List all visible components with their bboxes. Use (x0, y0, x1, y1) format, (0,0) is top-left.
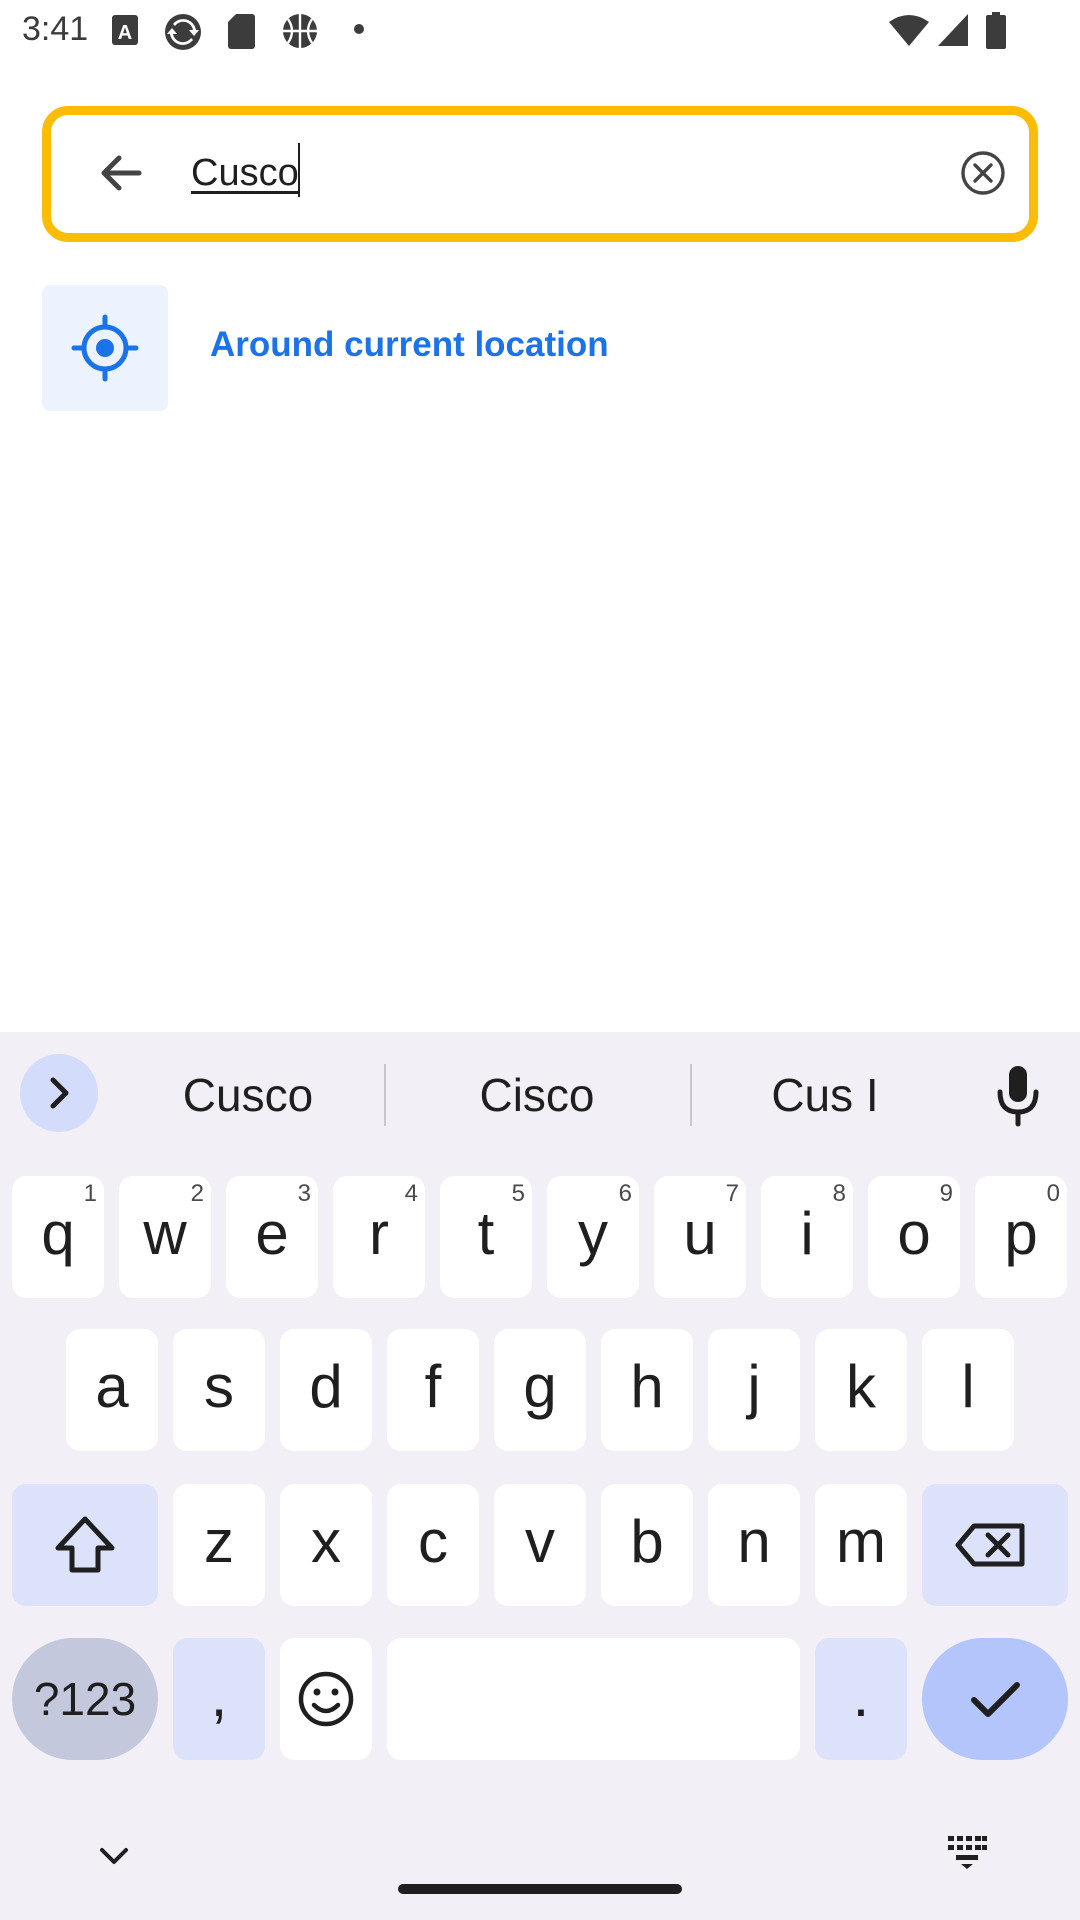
key-y[interactable]: y6 (547, 1176, 639, 1298)
key-o[interactable]: o9 (868, 1176, 960, 1298)
dot-icon (354, 24, 364, 34)
word-suggestion-1[interactable]: Cusco (118, 1068, 378, 1122)
key-f[interactable]: f (387, 1329, 479, 1451)
chevron-down-icon[interactable] (94, 1836, 134, 1876)
basketball-icon (283, 14, 317, 48)
search-box[interactable] (42, 106, 1038, 242)
key-c[interactable]: c (387, 1484, 479, 1606)
text-caret (298, 143, 300, 197)
svg-text:A: A (118, 22, 132, 44)
word-suggestion-3[interactable]: Cus I (695, 1068, 955, 1122)
key-k[interactable]: k (815, 1329, 907, 1451)
keyboard-suggestion-strip: Cusco Cisco Cus I (0, 1032, 1080, 1158)
shift-icon (55, 1516, 115, 1573)
key-g[interactable]: g (494, 1329, 586, 1451)
check-icon (971, 1682, 1020, 1717)
key-j[interactable]: j (708, 1329, 800, 1451)
key-e[interactable]: e3 (226, 1176, 318, 1298)
arrow-back-icon[interactable] (91, 143, 151, 203)
key-l[interactable]: l (922, 1329, 1014, 1451)
key-s[interactable]: s (173, 1329, 265, 1451)
keyboard-nav-row (0, 1808, 1080, 1920)
key-z[interactable]: z (173, 1484, 265, 1606)
key-r[interactable]: r4 (333, 1176, 425, 1298)
suggestion-icon-box (42, 285, 168, 411)
key-b[interactable]: b (601, 1484, 693, 1606)
chevron-right-icon (50, 1077, 69, 1109)
symbols-key[interactable]: ?123 (12, 1638, 158, 1760)
key-t[interactable]: t5 (440, 1176, 532, 1298)
sync-app-icon (165, 14, 201, 50)
comma-key[interactable]: , (173, 1638, 265, 1760)
suggestion-label: Around current location (210, 325, 609, 364)
key-h[interactable]: h (601, 1329, 693, 1451)
shift-key[interactable] (12, 1484, 158, 1606)
sd-card-icon (228, 14, 255, 49)
battery-icon (986, 12, 1006, 49)
key-m[interactable]: m (815, 1484, 907, 1606)
suggestion-around-current-location[interactable]: Around current location (42, 285, 1038, 411)
key-n[interactable]: n (708, 1484, 800, 1606)
key-a[interactable]: a (66, 1329, 158, 1451)
emoji-key[interactable] (280, 1638, 372, 1760)
suggestion-divider (690, 1064, 692, 1126)
backspace-icon (955, 1523, 1025, 1567)
key-i[interactable]: i8 (761, 1176, 853, 1298)
key-u[interactable]: u7 (654, 1176, 746, 1298)
expand-toolbar-button[interactable] (20, 1054, 98, 1132)
key-w[interactable]: w2 (119, 1176, 211, 1298)
word-suggestion-2[interactable]: Cisco (407, 1068, 667, 1122)
soft-keyboard: Cusco Cisco Cus I q1 w2 e3 r4 t5 y6 u7 i… (0, 1032, 1080, 1920)
suggestion-divider (384, 1064, 386, 1126)
emoji-icon (298, 1671, 354, 1727)
search-input[interactable] (191, 137, 951, 209)
space-key[interactable] (387, 1638, 800, 1760)
period-key[interactable]: . (815, 1638, 907, 1760)
key-x[interactable]: x (280, 1484, 372, 1606)
font-download-icon: A (112, 15, 138, 45)
backspace-key[interactable] (922, 1484, 1068, 1606)
key-q[interactable]: q1 (12, 1176, 104, 1298)
cell-signal-icon (938, 14, 968, 46)
wifi-icon (889, 15, 929, 46)
clear-circle-icon[interactable] (953, 143, 1013, 203)
key-p[interactable]: p0 (975, 1176, 1067, 1298)
status-time: 3:41 (22, 10, 89, 48)
mic-icon[interactable] (988, 1062, 1048, 1128)
key-v[interactable]: v (494, 1484, 586, 1606)
keyboard-icon[interactable] (946, 1834, 988, 1870)
enter-key[interactable] (922, 1638, 1068, 1760)
home-gesture-bar[interactable] (398, 1884, 682, 1894)
my-location-icon (71, 314, 139, 382)
key-d[interactable]: d (280, 1329, 372, 1451)
status-bar: 3:41 A (0, 0, 1080, 62)
